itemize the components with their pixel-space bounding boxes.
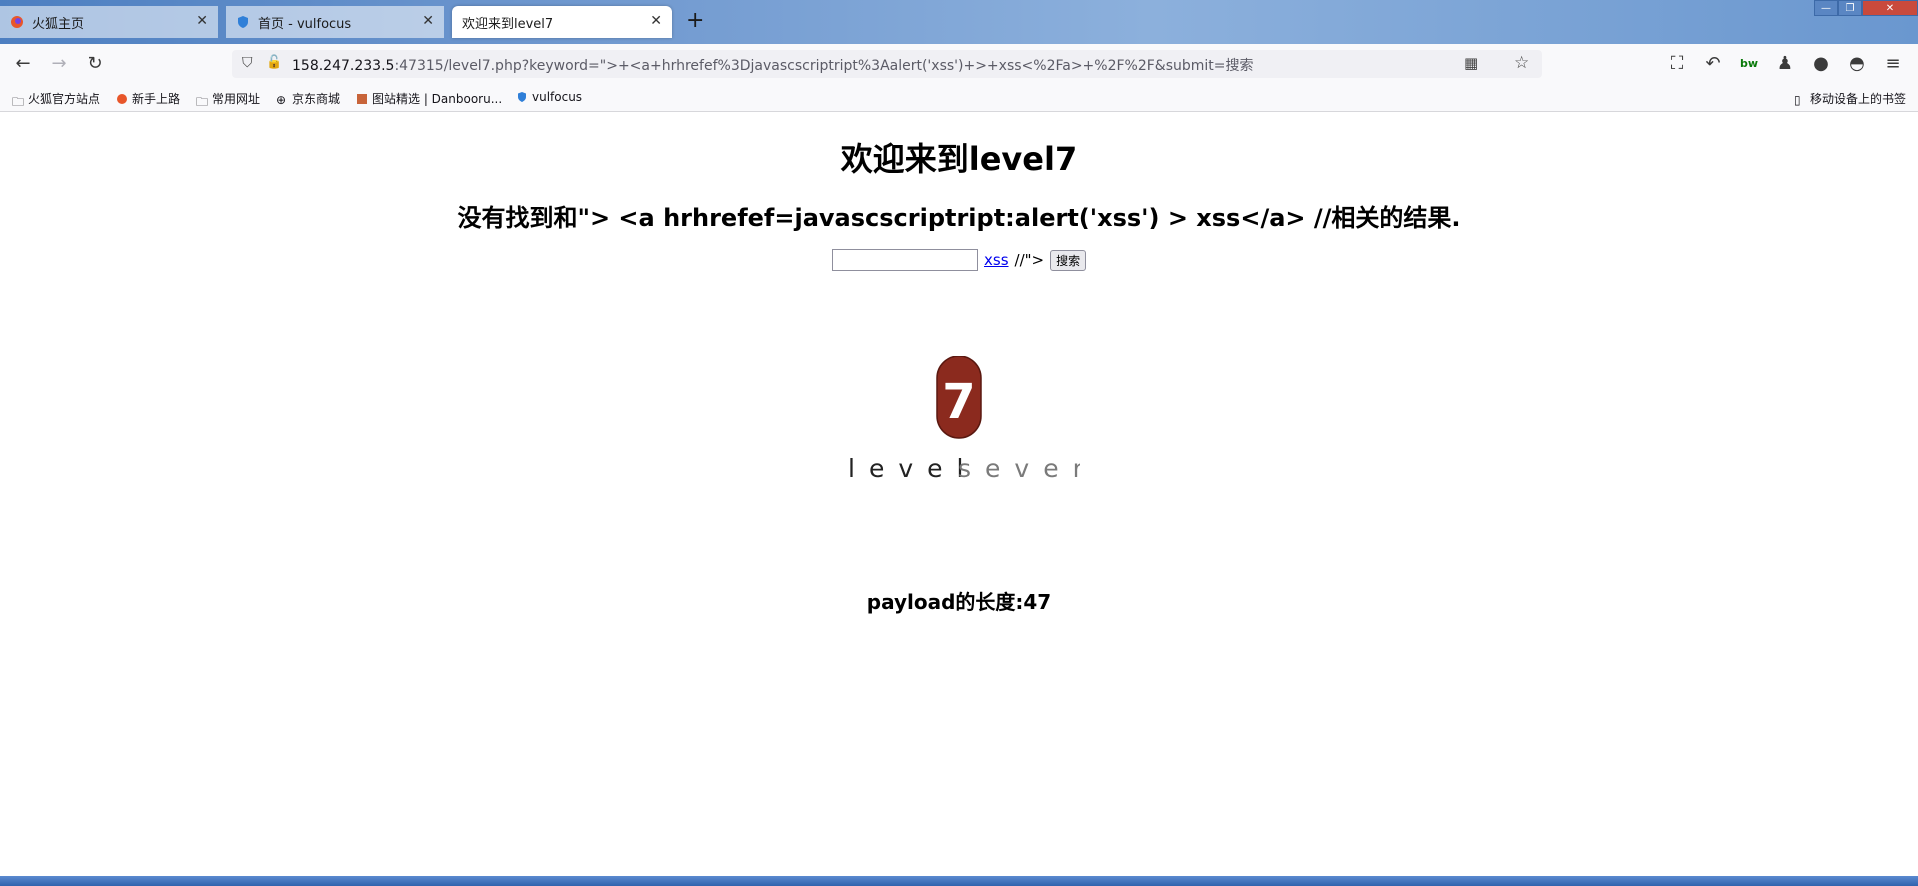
logo-word-seven: seven [958,454,1080,483]
bookmark-label: 常用网址 [212,92,261,106]
bookmarks-bar: 🗀 火狐官方站点 新手上路 🗀 常用网址 ⊕ 京东商城 图站精选 | Danbooru… [0,84,1918,112]
search-result-text: 没有找到和"> <a hrhrefef=javascscriptript:ale… [457,204,1461,232]
logo-number: 7 [942,374,975,430]
bookmark-danbooru[interactable]: 图站精选 | Danbooru... [356,90,502,107]
shield-icon [518,92,526,102]
shield-icon [238,16,248,28]
window-close-button[interactable]: ✕ [1862,0,1918,16]
bookmark-vulfocus[interactable]: vulfocus [516,90,582,104]
minimize-button[interactable]: — [1814,0,1838,16]
tab-title: 火狐主页 [32,16,85,32]
page-title: 欢迎来到level7 [840,140,1078,178]
page-content: 欢迎来到level7 没有找到和"> <a hrhrefef=javascscr… [0,112,1918,876]
search-form: xss //"> 搜索 [832,249,1087,271]
payload-length: payload的长度:47 [866,590,1052,614]
bookmark-label: vulfocus [532,90,583,104]
screenshot-icon[interactable]: ⛶ [1666,53,1688,75]
taskbar [0,876,1918,886]
injected-tail-text: //"> [1014,251,1045,269]
mobile-icon: ▯ [1794,92,1801,107]
bookmark-label: 图站精选 | Danbooru... [372,92,503,106]
tab-firefox-home[interactable]: 火狐主页 ✕ [0,6,218,38]
url-bar[interactable]: ⛉ 🔓 158.247.233.5:47315/level7.php?keywo… [232,50,1542,78]
navigation-bar: ← → ↻ ⛉ 🔓 158.247.233.5:47315/level7.php… [0,44,1918,84]
globe-icon: ⊕ [276,92,287,107]
close-icon[interactable]: ✕ [650,13,662,29]
bookmark-folder-firefox-sites[interactable]: 🗀 火狐官方站点 [12,90,101,109]
tab-strip: 火狐主页 ✕ 首页 - vulfocus ✕ 欢迎来到level7 ✕ + — … [0,0,1918,44]
tab-title: 首页 - vulfocus [258,16,352,32]
danbooru-icon [357,93,367,104]
forward-icon[interactable]: → [48,53,70,75]
folder-icon: 🗀 [12,94,25,109]
undo-icon[interactable]: ↶ [1702,53,1724,75]
new-tab-button[interactable]: + [686,8,704,33]
url-host: 158.247.233.5 [292,58,395,74]
lock-icon[interactable]: 🔓 [266,55,282,70]
bookmark-folder-common[interactable]: 🗀 常用网址 [196,90,261,109]
mobile-bookmarks[interactable]: ▯ 移动设备上的书签 [1794,90,1906,107]
bookmark-label: 移动设备上的书签 [1810,92,1907,106]
close-icon[interactable]: ✕ [196,13,208,29]
keyword-input[interactable] [832,249,978,271]
logo-graphic: 7 level seven [848,355,1088,483]
bookmark-label: 火狐官方站点 [28,92,101,106]
extension-hat-icon[interactable]: ◓ [1846,53,1868,75]
level-seven-logo: 7 level seven [840,355,1088,496]
extension-bw-icon[interactable]: bw [1738,53,1760,75]
search-button[interactable]: 搜索 [1050,249,1087,271]
bookmark-jd[interactable]: ⊕ 京东商城 [276,90,340,107]
bookmark-label: 京东商城 [292,92,341,106]
tab-level7[interactable]: 欢迎来到level7 ✕ [452,6,672,38]
tab-title: 欢迎来到level7 [462,16,554,32]
firefox-icon [11,16,23,28]
qrcode-icon[interactable]: ▦ [1464,54,1478,72]
star-icon[interactable]: ☆ [1514,53,1529,73]
tab-vulfocus[interactable]: 首页 - vulfocus ✕ [226,6,444,38]
menu-icon[interactable]: ≡ [1882,53,1904,75]
bookmark-label: 新手上路 [132,92,181,106]
url-text[interactable]: 158.247.233.5:47315/level7.php?keyword="… [292,55,1254,75]
injected-xss-link[interactable]: xss [984,251,1009,269]
back-icon[interactable]: ← [12,53,34,75]
extension-circle-icon[interactable]: ● [1810,53,1832,75]
bookmark-getting-started[interactable]: 新手上路 [116,90,180,107]
maximize-button[interactable]: ❐ [1838,0,1862,16]
folder-icon: 🗀 [196,94,209,109]
extension-agent-icon[interactable]: ♟ [1774,53,1796,75]
tracking-shield-icon[interactable]: ⛉ [242,55,253,71]
url-path: :47315/level7.php?keyword=">+<a+hrhrefef… [394,58,1254,74]
reload-icon[interactable]: ↻ [84,53,106,75]
firefox-icon [117,93,127,104]
close-icon[interactable]: ✕ [422,13,434,29]
